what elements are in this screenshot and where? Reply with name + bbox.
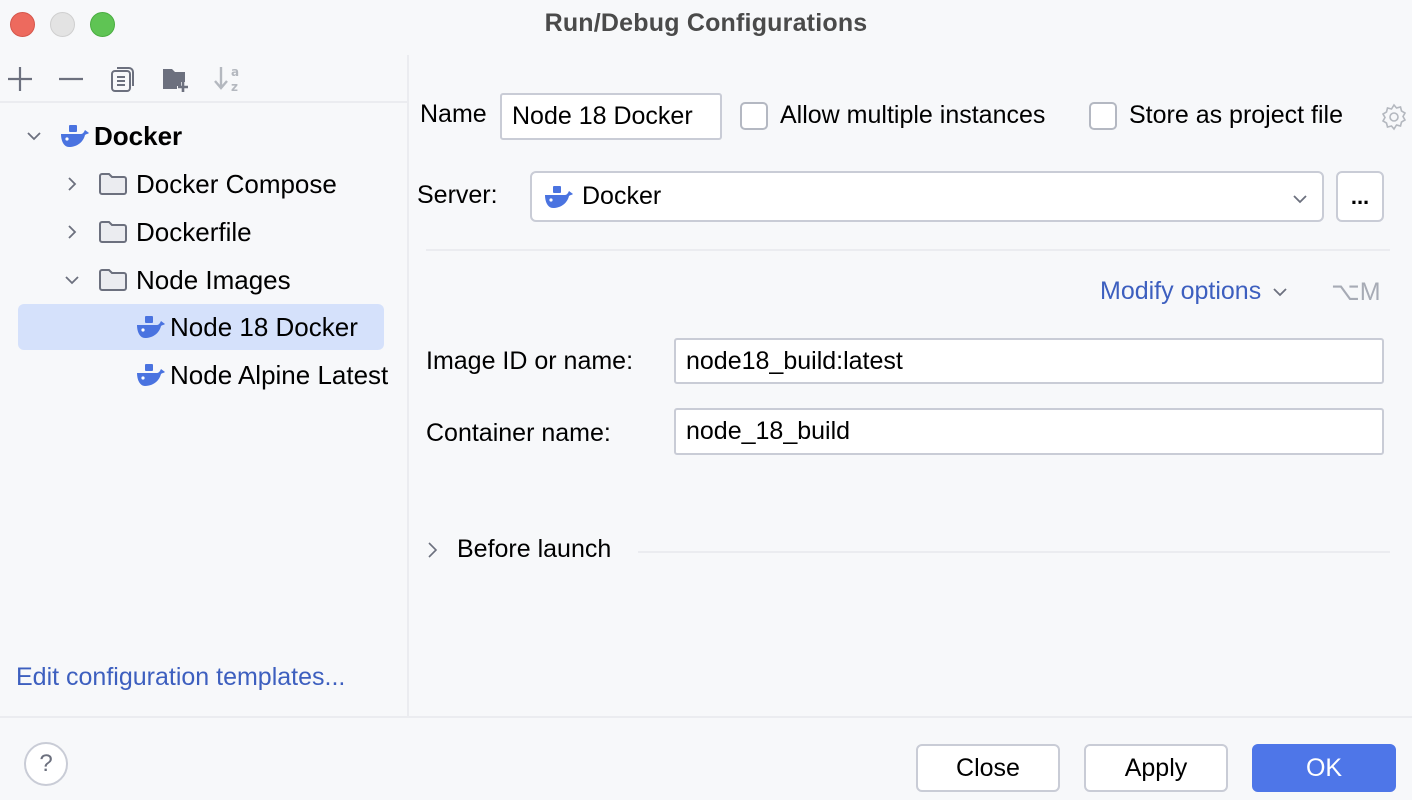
title-bar: Run/Debug Configurations [0, 0, 1412, 50]
apply-button[interactable]: Apply [1084, 744, 1228, 792]
window-title: Run/Debug Configurations [544, 9, 868, 37]
configurations-panel: a z Docker Docker Compose Dockerfile Nod… [0, 55, 409, 716]
svg-text:z: z [231, 80, 238, 94]
store-settings-button[interactable] [1379, 102, 1409, 132]
folder-icon [98, 171, 128, 197]
docker-icon [136, 360, 166, 390]
tree-item-node-alpine-latest[interactable]: Node Alpine Latest [136, 352, 388, 398]
store-as-project-file-label: Store as project file [1129, 101, 1343, 129]
tree-item-label: Node Images [136, 264, 291, 295]
tree-item-label: Node 18 Docker [170, 311, 358, 342]
tree-item-dockerfile[interactable]: Dockerfile [62, 209, 252, 255]
edit-configuration-templates-link[interactable]: Edit configuration templates... [16, 663, 345, 692]
server-value: Docker [582, 182, 662, 210]
allow-multiple-instances-label: Allow multiple instances [780, 101, 1046, 129]
before-launch-section[interactable]: Before launch [425, 535, 611, 564]
server-browse-button[interactable]: ... [1336, 171, 1384, 222]
configurations-toolbar: a z [0, 55, 409, 103]
remove-icon [59, 77, 83, 81]
image-id-input[interactable]: node18_build:latest [674, 338, 1384, 384]
remove-configuration-button[interactable] [55, 63, 87, 95]
container-name-input[interactable]: node_18_build [674, 408, 1384, 455]
folder-icon [98, 219, 128, 245]
chevron-down-icon [1273, 287, 1287, 296]
modify-options-shortcut: ⌥M [1331, 278, 1381, 306]
docker-icon [60, 121, 90, 151]
chevron-right-icon[interactable] [62, 174, 82, 194]
docker-icon [544, 182, 574, 212]
chevron-right-icon[interactable] [62, 222, 82, 242]
name-label: Name [420, 100, 487, 128]
image-id-label: Image ID or name: [426, 347, 634, 375]
separator [426, 249, 1390, 251]
name-input[interactable]: Node 18 Docker [500, 93, 722, 140]
chevron-down-icon [1290, 187, 1310, 216]
store-as-project-file-checkbox[interactable] [1089, 102, 1117, 130]
gear-icon [1381, 103, 1407, 131]
chevron-down-icon[interactable] [24, 126, 44, 146]
tree-item-label: Dockerfile [136, 216, 252, 247]
chevron-right-icon [428, 541, 438, 558]
modify-options-label: Modify options [1100, 277, 1262, 305]
sort-configurations-button[interactable]: a z [212, 63, 244, 95]
tree-item-label: Node Alpine Latest [170, 359, 389, 390]
help-button[interactable]: ? [24, 742, 68, 786]
chevron-down-icon[interactable] [62, 270, 82, 290]
tree-item-node-18-docker[interactable]: Node 18 Docker [18, 304, 384, 350]
server-label: Server: [417, 181, 498, 209]
tree-item-node-images[interactable]: Node Images [62, 257, 291, 303]
new-folder-button[interactable] [160, 63, 192, 95]
configuration-editor: Name Node 18 Docker Allow multiple insta… [411, 55, 1412, 716]
add-configuration-button[interactable] [4, 63, 36, 95]
sort-alphabetically-icon: a z [214, 65, 239, 94]
new-folder-icon [163, 69, 188, 92]
tree-item-label: Docker [94, 120, 183, 151]
svg-text:a: a [231, 65, 239, 79]
docker-icon [136, 312, 166, 342]
allow-multiple-instances-checkbox[interactable] [740, 102, 768, 130]
modify-options-link[interactable]: Modify options [1100, 277, 1289, 306]
copy-icon [111, 67, 134, 92]
tree-item-label: Docker Compose [136, 168, 337, 199]
tree-item-docker[interactable]: Docker [24, 113, 182, 159]
add-icon [8, 67, 32, 91]
copy-configuration-button[interactable] [107, 63, 139, 95]
ok-button[interactable]: OK [1252, 744, 1396, 792]
dialog-footer: ? Close Apply OK [0, 716, 1412, 800]
container-name-label: Container name: [426, 419, 611, 447]
server-combobox[interactable]: Docker [530, 171, 1324, 222]
tree-item-docker-compose[interactable]: Docker Compose [62, 161, 337, 207]
before-launch-separator [638, 551, 1390, 553]
folder-icon [98, 267, 128, 293]
close-button[interactable]: Close [916, 744, 1060, 792]
before-launch-label: Before launch [457, 535, 612, 563]
